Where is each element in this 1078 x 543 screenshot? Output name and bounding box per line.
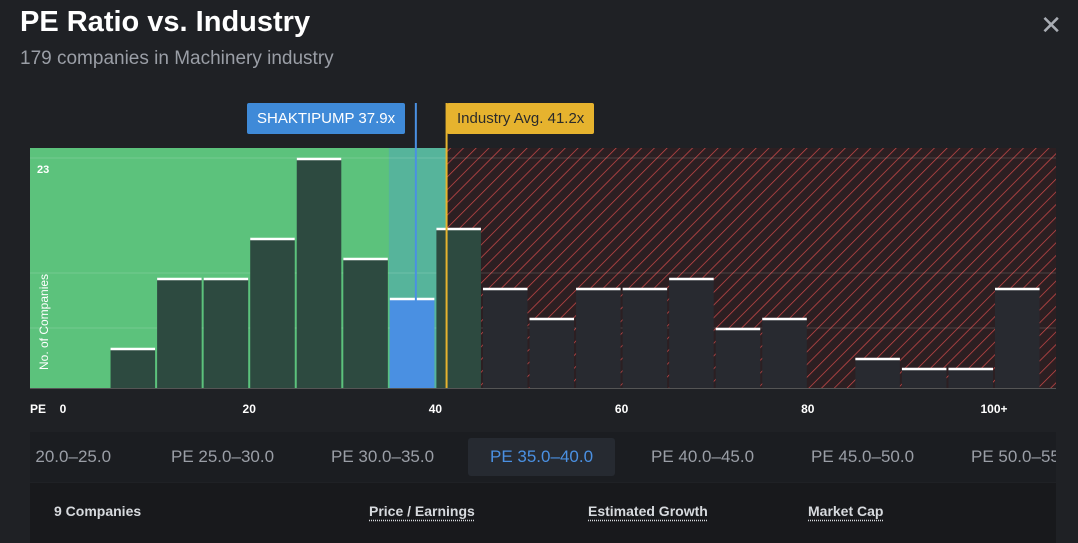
x-tick-label-100+: 100+ — [980, 402, 1007, 416]
histogram-bar-5[interactable] — [296, 158, 342, 388]
histogram-bar-7[interactable] — [389, 298, 435, 388]
histogram-bar-12[interactable] — [622, 288, 668, 388]
histogram-bar-4[interactable] — [250, 238, 295, 388]
histogram-bar-15[interactable] — [762, 318, 807, 388]
histogram-bar-17[interactable] — [855, 358, 900, 388]
histogram-bar-10[interactable] — [529, 318, 575, 388]
histogram-bar-11[interactable] — [576, 288, 621, 388]
column-market-cap[interactable]: Market Cap — [808, 503, 883, 519]
companies-table-header: 9 Companies Price / Earnings Estimated G… — [30, 483, 1056, 543]
x-tick-label-0: 0 — [60, 402, 67, 416]
histogram-bar-9[interactable] — [482, 288, 528, 388]
column-price-earnings[interactable]: Price / Earnings — [369, 503, 475, 519]
x-axis-label: PE — [30, 402, 46, 416]
histogram-bar-14[interactable] — [715, 328, 761, 388]
column-estimated-growth[interactable]: Estimated Growth — [588, 503, 708, 519]
tab-pe-range-0[interactable]: PE 20.0–25.0 — [30, 438, 111, 476]
tab-pe-range-6[interactable]: PE 50.0–55.0 — [971, 438, 1056, 476]
histogram-bar-1[interactable] — [110, 348, 156, 388]
histogram-bar-18[interactable] — [901, 368, 947, 388]
x-tick-label-80: 80 — [801, 402, 815, 416]
histogram-bar-2[interactable] — [157, 278, 202, 388]
tab-pe-range-1[interactable]: PE 25.0–30.0 — [171, 438, 274, 476]
x-tick-label-20: 20 — [243, 402, 257, 416]
tab-pe-range-2[interactable]: PE 30.0–35.0 — [331, 438, 434, 476]
pe-range-tabs: PE 20.0–25.0 PE 25.0–30.0 PE 30.0–35.0 PE 3… — [30, 432, 1056, 482]
y-axis-label: No. of Companies — [37, 274, 51, 370]
histogram-bar-20[interactable] — [995, 288, 1040, 388]
y-tick-label-23: 23 — [37, 164, 49, 176]
histogram-bar-8[interactable] — [436, 228, 481, 388]
histogram-bar-13[interactable] — [669, 278, 714, 388]
x-tick-label-40: 40 — [429, 402, 443, 416]
tab-pe-range-3[interactable]: PE 35.0–40.0 — [468, 438, 616, 476]
tab-pe-range-4[interactable]: PE 40.0–45.0 — [651, 438, 754, 476]
tab-pe-range-5[interactable]: PE 45.0–50.0 — [811, 438, 914, 476]
histogram-bar-6[interactable] — [343, 258, 388, 388]
pe-histogram-chart: PE 0 20 40 60 80 100+ 23 No. of Companies — [30, 103, 1056, 416]
histogram-bar-19[interactable] — [948, 368, 993, 388]
companies-count: 9 Companies — [54, 503, 142, 519]
histogram-bar-3[interactable] — [203, 278, 249, 388]
x-tick-label-60: 60 — [615, 402, 629, 416]
